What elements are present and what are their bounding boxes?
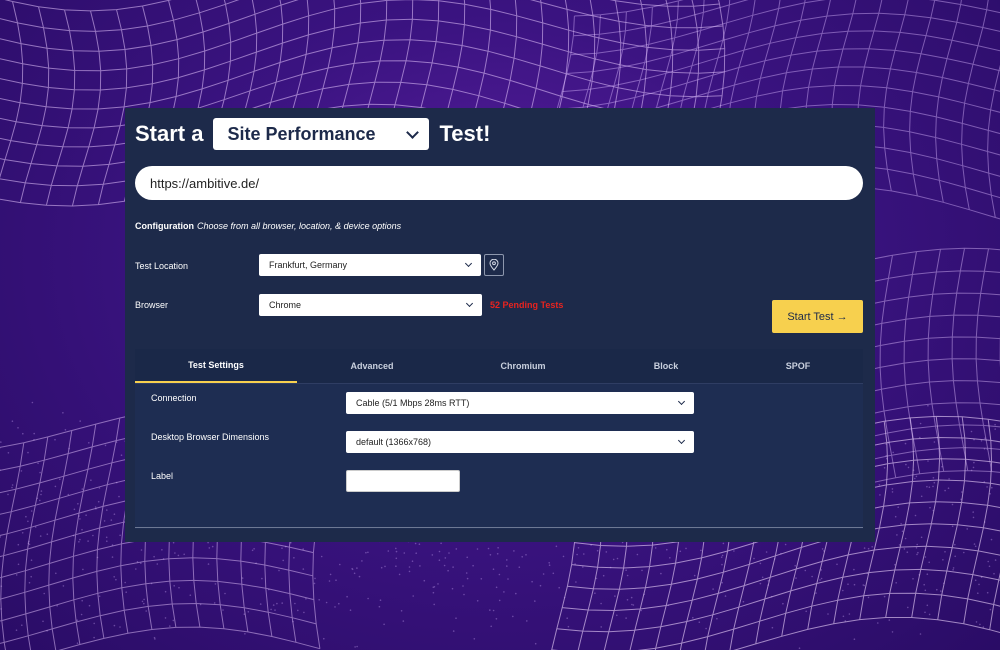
page-title: Start a Site Performance Test! bbox=[135, 118, 490, 150]
test-form-panel: Start a Site Performance Test! Configura… bbox=[125, 108, 875, 542]
test-location-label: Test Location bbox=[135, 261, 189, 271]
test-type-value: Site Performance bbox=[227, 123, 376, 144]
settings-panel: Test Settings Advanced Chromium Block SP… bbox=[135, 349, 863, 529]
chevron-down-icon bbox=[677, 436, 686, 445]
browser-select[interactable]: Chrome bbox=[259, 294, 482, 316]
tab-block[interactable]: Block bbox=[599, 349, 733, 383]
map-pin-button[interactable] bbox=[484, 254, 504, 276]
configuration-heading: Configuration Choose from all browser, lo… bbox=[135, 221, 401, 231]
configuration-hint: Choose from all browser, location, & dev… bbox=[197, 221, 402, 231]
connection-label: Connection bbox=[151, 393, 197, 403]
label-input[interactable] bbox=[346, 470, 460, 492]
tab-spof[interactable]: SPOF bbox=[733, 349, 863, 383]
chevron-down-icon bbox=[406, 125, 420, 139]
browser-label: Browser bbox=[135, 300, 169, 310]
url-input[interactable] bbox=[135, 166, 863, 200]
start-test-button[interactable]: Start Test → bbox=[772, 300, 863, 333]
settings-tabs: Test Settings Advanced Chromium Block SP… bbox=[135, 349, 863, 384]
connection-value: Cable (5/1 Mbps 28ms RTT) bbox=[356, 398, 470, 408]
title-prefix: Start a bbox=[135, 121, 204, 146]
label-field-label: Label bbox=[151, 471, 174, 481]
test-location-value: Frankfurt, Germany bbox=[269, 260, 348, 270]
divider bbox=[135, 527, 863, 528]
browser-value: Chrome bbox=[269, 300, 302, 310]
pending-tests-badge: 52 Pending Tests bbox=[490, 300, 564, 310]
chevron-down-icon bbox=[465, 299, 474, 308]
dimensions-value: default (1366x768) bbox=[356, 437, 432, 447]
connection-select[interactable]: Cable (5/1 Mbps 28ms RTT) bbox=[346, 392, 694, 414]
map-pin-icon bbox=[489, 259, 499, 271]
test-type-select[interactable]: Site Performance bbox=[213, 118, 430, 150]
tab-chromium[interactable]: Chromium bbox=[447, 349, 599, 383]
dimensions-select[interactable]: default (1366x768) bbox=[346, 431, 694, 453]
test-location-select[interactable]: Frankfurt, Germany bbox=[259, 254, 481, 276]
title-suffix: Test! bbox=[439, 121, 491, 146]
dimensions-label: Desktop Browser Dimensions bbox=[151, 432, 270, 442]
chevron-down-icon bbox=[677, 397, 686, 406]
chevron-down-icon bbox=[464, 259, 473, 268]
tab-advanced[interactable]: Advanced bbox=[297, 349, 447, 383]
tab-test-settings[interactable]: Test Settings bbox=[135, 349, 297, 383]
configuration-label: Configuration bbox=[135, 221, 194, 231]
